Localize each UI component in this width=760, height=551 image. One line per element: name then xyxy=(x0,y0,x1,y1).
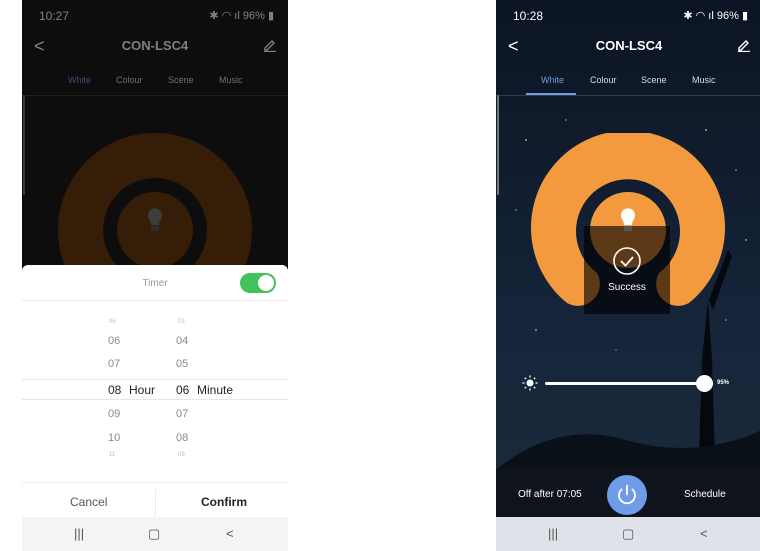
check-circle-icon xyxy=(613,247,641,275)
tab-colour[interactable]: Colour xyxy=(590,75,617,85)
signal-icon: ıl xyxy=(708,10,714,22)
minute-unit-label: Minute xyxy=(197,383,234,397)
success-message: Success xyxy=(608,282,646,293)
buttons-separator xyxy=(22,482,288,483)
sun-icon xyxy=(522,375,538,391)
minute-option[interactable]: 07 xyxy=(176,408,188,420)
minute-option[interactable]: 05 xyxy=(176,358,188,370)
hour-option[interactable]: 11 xyxy=(109,452,115,458)
wifi-icon: ◠ xyxy=(695,10,706,22)
button-divider xyxy=(155,489,156,517)
brightness-value: 95% xyxy=(717,380,730,386)
status-time: 10:28 xyxy=(513,9,544,23)
brightness-slider-track[interactable] xyxy=(545,382,713,385)
home-icon[interactable]: ▢ xyxy=(148,526,160,542)
system-nav-bar: ||| ▢ < xyxy=(22,517,288,551)
power-icon xyxy=(618,484,636,505)
phone-right-screen: 10:28 ✱ ◠ ıl 96% ▮ < CON-LSC4 White Colo… xyxy=(496,0,760,551)
tab-divider xyxy=(496,95,760,96)
tab-white[interactable]: White xyxy=(541,75,564,85)
hour-option[interactable]: 05 xyxy=(109,319,116,325)
timer-sheet: Timer 05 06 07 08 09 10 11 03 04 05 06 0… xyxy=(22,265,288,551)
status-bar: 10:28 ✱ ◠ ıl 96% ▮ xyxy=(496,0,760,30)
minute-option[interactable]: 08 xyxy=(176,432,188,444)
schedule-button[interactable]: Schedule xyxy=(684,489,726,500)
minute-option[interactable]: 03 xyxy=(178,319,185,325)
hour-option[interactable]: 10 xyxy=(108,432,120,444)
power-button[interactable] xyxy=(607,475,647,515)
edit-icon[interactable] xyxy=(737,38,751,52)
bluetooth-icon: ✱ xyxy=(683,10,693,22)
recent-apps-icon[interactable]: ||| xyxy=(74,526,84,541)
hour-option[interactable]: 07 xyxy=(108,358,120,370)
tab-scene[interactable]: Scene xyxy=(641,75,667,85)
bottom-action-bar: Off after 07:05 Schedule xyxy=(496,468,760,518)
minute-selected[interactable]: 06 xyxy=(176,383,189,397)
status-indicators: ✱ ◠ ıl 96% ▮ xyxy=(683,9,748,22)
hour-unit-label: Hour xyxy=(129,383,156,397)
picker-highlight-bottom xyxy=(22,399,288,400)
off-after-timer[interactable]: Off after 07:05 xyxy=(518,489,582,500)
cancel-button[interactable]: Cancel xyxy=(70,495,107,509)
brightness-slider-handle[interactable] xyxy=(696,375,714,392)
tab-music[interactable]: Music xyxy=(692,75,716,85)
sheet-separator xyxy=(22,300,288,301)
mode-tabs: White Colour Scene Music xyxy=(496,66,760,96)
scrollbar[interactable] xyxy=(497,95,499,195)
success-toast: Success xyxy=(584,226,670,314)
timer-toggle[interactable] xyxy=(240,273,276,293)
hour-option[interactable]: 06 xyxy=(108,335,120,347)
nav-back-icon[interactable]: < xyxy=(226,526,234,541)
battery-icon: ▮ xyxy=(741,10,748,22)
minute-option[interactable]: 04 xyxy=(176,335,188,347)
nav-back-icon[interactable]: < xyxy=(700,526,708,541)
hour-option[interactable]: 09 xyxy=(108,408,120,420)
app-bar: < CON-LSC4 xyxy=(496,30,760,64)
toggle-knob xyxy=(258,275,274,291)
confirm-button[interactable]: Confirm xyxy=(201,495,247,509)
app-title: CON-LSC4 xyxy=(595,38,663,53)
home-icon[interactable]: ▢ xyxy=(622,526,634,542)
phone-left-screen: 10:27 ✱ ◠ ıl 96% ▮ < CON-LSC4 White Colo… xyxy=(22,0,288,551)
picker-highlight-top xyxy=(22,379,288,380)
hour-selected[interactable]: 08 xyxy=(108,383,121,397)
minute-option[interactable]: 09 xyxy=(178,452,185,458)
recent-apps-icon[interactable]: ||| xyxy=(548,526,558,541)
system-nav-bar: ||| ▢ < xyxy=(496,517,760,551)
battery-level: 96% xyxy=(716,10,739,22)
